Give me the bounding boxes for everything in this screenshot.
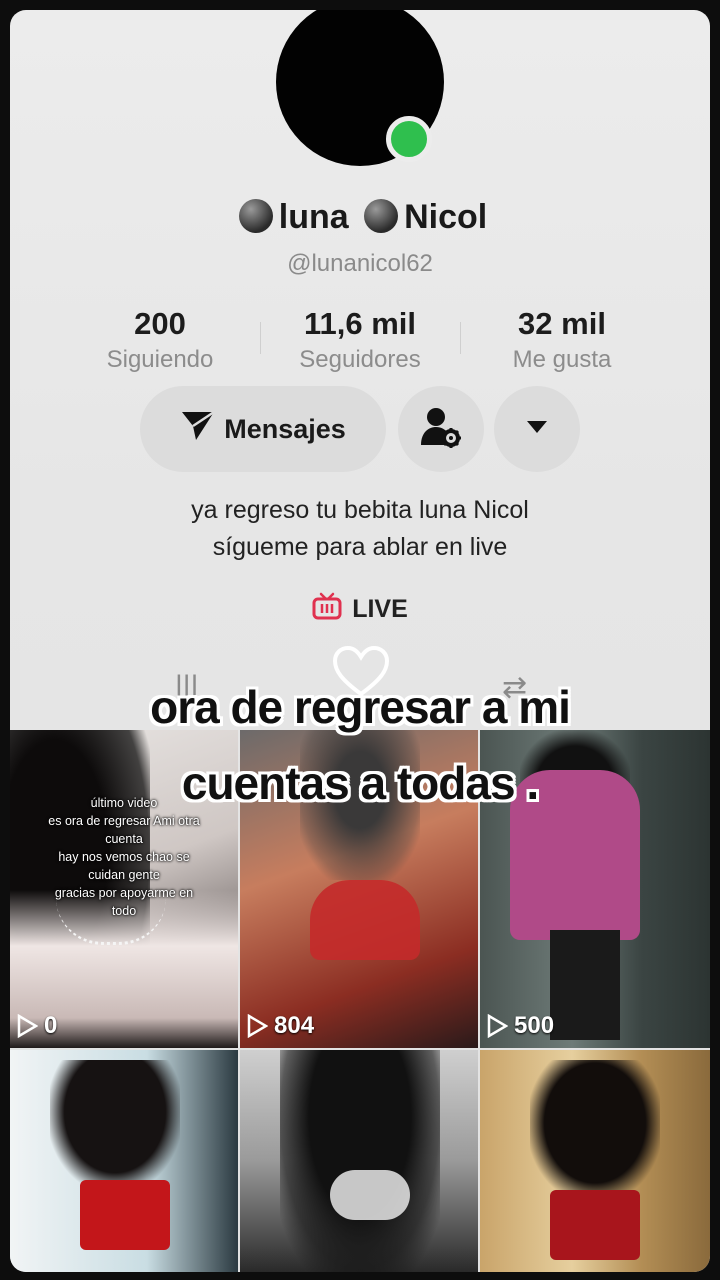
play-icon xyxy=(487,1014,508,1038)
play-icon xyxy=(17,1014,38,1038)
overlay-line: hay nos vemos chao se xyxy=(58,850,190,864)
stat-likes[interactable]: 32 mil Me gusta xyxy=(462,306,662,374)
stat-label: Seguidores xyxy=(299,346,421,373)
stat-label: Siguiendo xyxy=(106,346,214,373)
caption-line-1: ora de regresar a mi xyxy=(150,681,571,733)
thumbnail-legs xyxy=(550,930,620,1040)
stat-following[interactable]: 200 Siguiendo xyxy=(60,306,260,374)
play-icon xyxy=(247,1014,268,1038)
bio-line: sígueme para ablar en live xyxy=(212,533,508,561)
overlay-line: todo xyxy=(111,904,137,918)
online-status-badge xyxy=(386,116,432,162)
display-name-part-2: Nicol xyxy=(404,198,488,236)
view-count-value: 804 xyxy=(274,1012,315,1039)
overlay-line: es ora de regresar Ami otra xyxy=(48,814,200,828)
view-count: 500 xyxy=(486,1012,554,1040)
thumbnail-hands xyxy=(330,1170,410,1220)
live-label: LIVE xyxy=(352,595,408,623)
bio-line: ya regreso tu bebita luna Nicol xyxy=(191,496,529,524)
overlay-line: cuenta xyxy=(105,832,143,846)
bio: ya regreso tu bebita luna Nicol sígueme … xyxy=(10,492,710,566)
video-tile[interactable] xyxy=(480,1050,710,1272)
tv-live-icon xyxy=(312,592,342,627)
thumbnail-skirt xyxy=(80,1180,170,1250)
view-count-value: 0 xyxy=(44,1012,58,1039)
thumbnail-figure xyxy=(50,1060,180,1190)
messages-label: Mensajes xyxy=(224,413,346,444)
messages-button[interactable]: Mensajes xyxy=(140,386,386,472)
add-user-settings-icon xyxy=(419,405,463,454)
username-handle: @lunanicol62 xyxy=(287,250,433,277)
more-options-button[interactable] xyxy=(494,386,580,472)
chevron-down-icon xyxy=(526,420,548,439)
stat-value: 32 mil xyxy=(518,306,606,341)
video-tile[interactable] xyxy=(10,1050,238,1272)
add-friend-button[interactable] xyxy=(398,386,484,472)
stat-value: 200 xyxy=(134,306,186,341)
thumbnail-top xyxy=(310,880,420,960)
view-count: 0 xyxy=(16,1012,57,1040)
stat-followers[interactable]: 11,6 mil Seguidores xyxy=(260,306,460,374)
overlay-line: cuidan gente xyxy=(88,868,160,882)
profile-screen: luna Nicol @lunanicol62 200 Siguiendo 11… xyxy=(10,10,710,1272)
video-tile[interactable] xyxy=(240,1050,478,1272)
stat-label: Me gusta xyxy=(512,346,612,373)
thumbnail-figure xyxy=(280,1050,440,1272)
stat-value: 11,6 mil xyxy=(303,306,417,341)
live-link[interactable]: LIVE xyxy=(10,592,710,627)
view-count: 804 xyxy=(246,1012,314,1040)
video-overlay-text: último video es ora de regresar Ami otra… xyxy=(24,794,224,920)
overlay-line: gracias por apoyarme en xyxy=(54,886,194,900)
display-name: luna Nicol xyxy=(10,198,710,237)
thumbnail-skirt xyxy=(550,1190,640,1260)
dark-circle-emoji xyxy=(364,199,399,233)
caption-line-2: cuentas a todas . xyxy=(181,757,539,809)
send-icon xyxy=(180,409,216,450)
divider xyxy=(460,322,461,354)
display-name-part-1: luna xyxy=(278,198,349,236)
dark-circle-emoji xyxy=(238,199,273,233)
thumbnail-figure xyxy=(530,1060,660,1200)
view-count-value: 500 xyxy=(514,1012,555,1039)
